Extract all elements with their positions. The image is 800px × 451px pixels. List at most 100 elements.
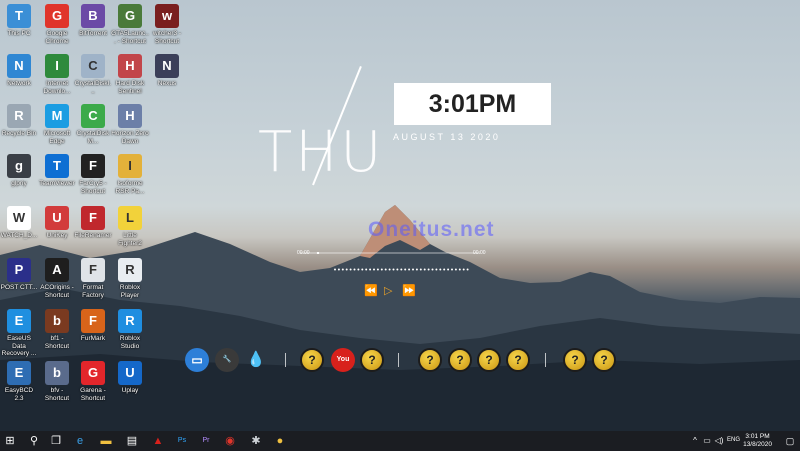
dock-separator <box>285 353 286 367</box>
progress-dot <box>400 268 403 271</box>
desktop-icon[interactable]: G GTA5Launc... - Shortcut <box>111 4 149 45</box>
previous-track-icon[interactable]: ⏪ <box>364 284 378 297</box>
progress-dot <box>435 268 438 271</box>
store-icon[interactable]: ▤ <box>124 433 140 449</box>
desktop-icon[interactable]: A ACOrigins - Shortcut <box>38 258 76 299</box>
desktop-icon[interactable]: E EasyBCD 2.3 <box>0 361 38 402</box>
desktop-icon-label: POST CTT... <box>0 284 38 291</box>
dock-help-icon-3[interactable]: ? <box>418 348 442 372</box>
progress-dot <box>392 268 395 271</box>
tray-language[interactable]: ENG <box>727 437 740 443</box>
dock-youtube-icon[interactable]: You <box>331 348 355 372</box>
desktop-icon[interactable]: H Horizon Zero Dawn <box>111 104 149 145</box>
desktop-icon[interactable]: H Hard Disk Sentinel <box>111 54 149 95</box>
desktop-icon[interactable]: N Nexus <box>148 54 186 88</box>
drop-taskbar-icon[interactable]: ● <box>272 433 288 449</box>
tray-clock[interactable]: 3:01 PM 13/8/2020 <box>743 433 772 449</box>
desktop-icon[interactable]: E EaseUS Data Recovery ... <box>0 309 38 358</box>
msi-afterburner-icon[interactable]: ▲ <box>150 433 166 449</box>
next-track-icon[interactable]: ⏩ <box>402 284 416 297</box>
desktop-icon[interactable]: N Network <box>0 54 38 88</box>
dock-drop-icon[interactable]: 💧 <box>244 348 268 372</box>
desktop-icon[interactable]: R Recycle Bin <box>0 104 38 138</box>
progress-dot <box>447 268 450 271</box>
search-icon[interactable]: ⚲ <box>26 433 42 449</box>
progress-dot <box>376 268 379 271</box>
desktop-icon-label: Roblox Player <box>119 284 141 299</box>
start-button[interactable]: ⊞ <box>2 433 18 449</box>
desktop-icon[interactable]: G Garena - Shortcut <box>74 361 112 402</box>
desktop-icon[interactable]: w witcher3 - Shortcut <box>148 4 186 45</box>
desktop-icon[interactable]: b bfv - Shortcut <box>38 361 76 402</box>
dock-monitor-icon[interactable]: ▭ <box>185 348 209 372</box>
desktop-icon[interactable]: C CrystalDiskM... <box>74 104 112 145</box>
desktop-icon[interactable]: I Internet Downlo... <box>38 54 76 95</box>
task-view-icon[interactable]: ❐ <box>48 433 64 449</box>
desktop-icon-label: Hard Disk Sentinel <box>115 80 145 95</box>
desktop-icon[interactable]: T This PC <box>0 4 38 38</box>
tool-taskbar-icon[interactable]: ✱ <box>248 433 264 449</box>
desktop-icon[interactable]: F FileRenamer <box>74 206 112 240</box>
filerenamer-icon: F <box>81 206 105 230</box>
desktop-icon[interactable]: M Microsoft Edge <box>38 104 76 145</box>
desktop-icon-label: bfv - Shortcut <box>44 387 70 402</box>
network-icon: N <box>7 54 31 78</box>
progress-dot <box>423 268 426 271</box>
desktop-icon[interactable]: W WATCH_D... <box>0 206 38 240</box>
chrome-taskbar-icon[interactable]: ◉ <box>222 433 238 449</box>
progress-dot <box>365 268 368 271</box>
desktop-icon-label: Network <box>7 80 31 87</box>
watermark: Oneitus.net <box>368 218 495 241</box>
play-icon[interactable]: ▷ <box>384 284 392 297</box>
desktop-icon[interactable]: R Roblox Studio <box>111 309 149 350</box>
desktop-icon[interactable]: F FurMark <box>74 309 112 343</box>
dock-help-icon-1[interactable]: ? <box>300 348 324 372</box>
desktop-icon-label: Nexus <box>157 80 177 87</box>
player-seekbar[interactable] <box>300 252 480 254</box>
dock-help-icon-4[interactable]: ? <box>448 348 472 372</box>
clock-date: AUGUST 13 2020 <box>393 132 501 142</box>
desktop-icon-label: EaseUS Data Recovery ... <box>1 335 37 357</box>
dock-help-icon-2[interactable]: ? <box>360 348 384 372</box>
progress-dot <box>357 268 360 271</box>
dock-wrench-icon[interactable]: 🔧 <box>215 348 239 372</box>
clock-day: THU <box>258 120 385 185</box>
edge-taskbar-icon[interactable]: e <box>72 433 88 449</box>
notification-icon[interactable]: ▢ <box>782 433 798 449</box>
premiere-icon[interactable]: Pr <box>198 433 214 449</box>
uplay-icon: U <box>118 361 142 385</box>
desktop-icon[interactable]: B BitTorrent <box>74 4 112 38</box>
desktop-icon-label: BitTorrent <box>79 30 107 37</box>
photoshop-icon[interactable]: Ps <box>174 433 190 449</box>
desktop-icon[interactable]: F FarCry5 - Shortcut <box>74 154 112 195</box>
progress-dot <box>349 268 352 271</box>
player-progress-dots[interactable] <box>333 268 471 271</box>
desktop-icon[interactable]: T TeamViewer <box>38 154 76 188</box>
desktop-icon[interactable]: L Little Fighter2 <box>111 206 149 247</box>
edge-icon: M <box>45 104 69 128</box>
desktop-icon[interactable]: b bf1 - Shortcut <box>38 309 76 350</box>
progress-dot <box>396 268 399 271</box>
dock-help-icon-8[interactable]: ? <box>592 348 616 372</box>
desktop-icon[interactable]: I Isoforme RSR Pa... <box>111 154 149 195</box>
file-explorer-icon[interactable]: ▬ <box>98 433 114 449</box>
desktop-icon[interactable]: U Uplay <box>111 361 149 395</box>
unikey-icon: U <box>45 206 69 230</box>
progress-dot <box>361 268 364 271</box>
progress-dot <box>384 268 387 271</box>
desktop-icon[interactable]: G Google Chrome <box>38 4 76 45</box>
desktop-icon[interactable]: P POST CTT... <box>0 258 38 292</box>
desktop-icon[interactable]: C CrystalDiskI... <box>74 54 112 95</box>
desktop-icon[interactable]: F Format Factory <box>74 258 112 299</box>
dock-help-icon-6[interactable]: ? <box>506 348 530 372</box>
desktop-icon[interactable]: U UniKey <box>38 206 76 240</box>
progress-dot <box>439 268 442 271</box>
desktop-icon[interactable]: g glpriy <box>0 154 38 188</box>
dock-help-icon-7[interactable]: ? <box>563 348 587 372</box>
tray-volume-icon[interactable]: ◁) <box>711 433 727 449</box>
bfv-icon: b <box>45 361 69 385</box>
progress-dot <box>373 268 375 271</box>
dock-help-icon-5[interactable]: ? <box>477 348 501 372</box>
desktop-icon[interactable]: R Roblox Player <box>111 258 149 299</box>
crystaldisk-icon: C <box>81 54 105 78</box>
